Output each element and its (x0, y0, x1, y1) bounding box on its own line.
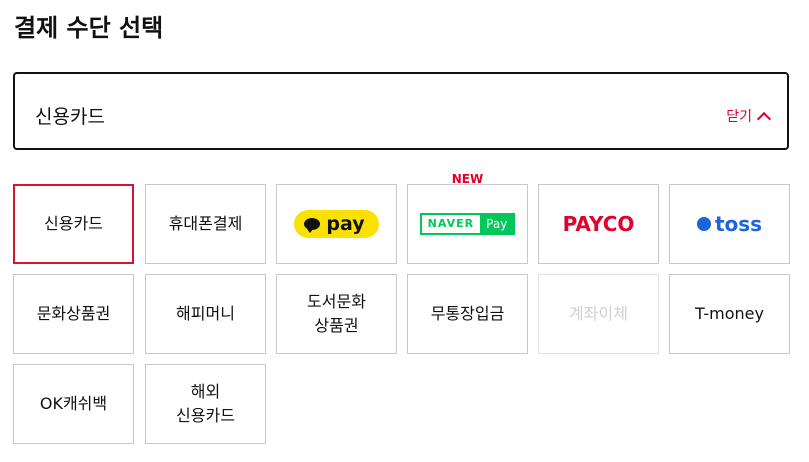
payment-method-dropdown[interactable]: 신용카드 닫기 (13, 72, 789, 150)
toss-logo: toss (696, 212, 763, 236)
close-toggle-button[interactable]: 닫기 (726, 106, 772, 126)
new-badge: NEW (451, 172, 484, 186)
method-account-transfer: 계좌이체 (538, 274, 659, 354)
method-label: 문화상품권 (36, 304, 111, 323)
page-title: 결제 수단 선택 (14, 14, 164, 42)
method-overseas-credit-card[interactable]: 해외 신용카드 (145, 364, 266, 444)
method-ok-cashbag[interactable]: OK캐쉬백 (13, 364, 134, 444)
selected-method-label: 신용카드 (35, 106, 105, 128)
method-tmoney[interactable]: T-money (669, 274, 790, 354)
method-label: 무통장입금 (430, 304, 505, 323)
method-label: 도서문화 상품권 (307, 292, 366, 335)
method-label: OK캐쉬백 (39, 394, 108, 413)
method-mobile-payment[interactable]: 휴대폰결제 (145, 184, 266, 264)
kakaopay-logo: pay (294, 210, 379, 238)
naverpay-logo: NAVER Pay (419, 213, 516, 235)
pay-text: Pay (480, 215, 514, 233)
method-naverpay[interactable]: NEW NAVER Pay (407, 172, 528, 264)
speech-bubble-icon (304, 218, 321, 233)
naver-text: NAVER (421, 215, 481, 233)
method-kakaopay[interactable]: pay (276, 184, 397, 264)
method-label: T-money (695, 304, 764, 323)
method-label: 계좌이체 (569, 304, 628, 323)
payco-logo: PAYCO (562, 212, 635, 236)
method-toss[interactable]: toss (669, 184, 790, 264)
method-label: 해외 신용카드 (176, 382, 235, 425)
chevron-up-icon (756, 111, 772, 126)
method-payco[interactable]: PAYCO (538, 184, 659, 264)
method-label: 해피머니 (176, 304, 235, 323)
method-book-culture-gift-card[interactable]: 도서문화 상품권 (276, 274, 397, 354)
method-label: 신용카드 (44, 214, 103, 233)
toss-dot-icon (696, 217, 711, 231)
method-culture-gift-card[interactable]: 문화상품권 (13, 274, 134, 354)
toss-text: toss (714, 212, 763, 236)
close-toggle-label: 닫기 (726, 109, 752, 125)
kakaopay-text: pay (326, 213, 365, 235)
method-label: 휴대폰결제 (168, 214, 243, 233)
method-bank-deposit[interactable]: 무통장입금 (407, 274, 528, 354)
method-happy-money[interactable]: 해피머니 (145, 274, 266, 354)
method-credit-card[interactable]: 신용카드 (13, 184, 134, 264)
